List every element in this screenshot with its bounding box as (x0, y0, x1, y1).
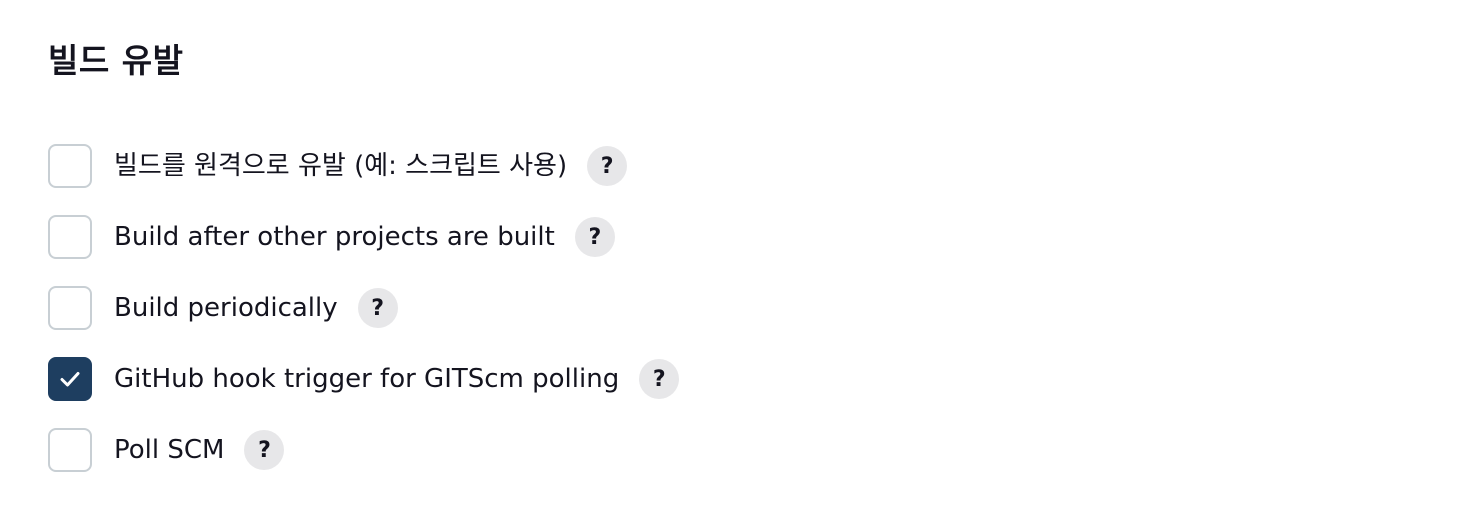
help-icon[interactable]: ? (639, 359, 680, 399)
build-triggers-section: 빌드 유발 빌드를 원격으로 유발 (예: 스크립트 사용) ? Build a… (0, 0, 1470, 516)
build-after-other-projects-checkbox[interactable] (48, 215, 92, 259)
check-icon (60, 372, 80, 387)
poll-scm-label[interactable]: Poll SCM (114, 428, 224, 472)
remote-trigger-checkbox[interactable] (48, 144, 92, 188)
build-periodically-label[interactable]: Build periodically (114, 286, 338, 330)
github-hook-trigger-checkbox[interactable] (48, 357, 92, 401)
github-hook-trigger-label[interactable]: GitHub hook trigger for GITScm polling (114, 357, 619, 401)
option-poll-scm: Poll SCM ? (48, 428, 679, 472)
option-build-after-other-projects: Build after other projects are built ? (48, 215, 679, 259)
option-build-periodically: Build periodically ? (48, 286, 679, 330)
build-after-other-projects-label[interactable]: Build after other projects are built (114, 215, 555, 259)
help-icon[interactable]: ? (587, 146, 628, 186)
help-icon[interactable]: ? (357, 288, 398, 328)
option-remote-trigger: 빌드를 원격으로 유발 (예: 스크립트 사용) ? (48, 144, 679, 188)
remote-trigger-label[interactable]: 빌드를 원격으로 유발 (예: 스크립트 사용) (114, 144, 567, 188)
help-icon[interactable]: ? (244, 430, 285, 470)
poll-scm-checkbox[interactable] (48, 428, 92, 472)
trigger-options: 빌드를 원격으로 유발 (예: 스크립트 사용) ? Build after o… (48, 144, 680, 499)
build-periodically-checkbox[interactable] (48, 286, 92, 330)
section-title: 빌드 유발 (48, 41, 184, 80)
option-github-hook-trigger: GitHub hook trigger for GITScm polling ? (48, 357, 680, 401)
help-icon[interactable]: ? (574, 217, 615, 257)
